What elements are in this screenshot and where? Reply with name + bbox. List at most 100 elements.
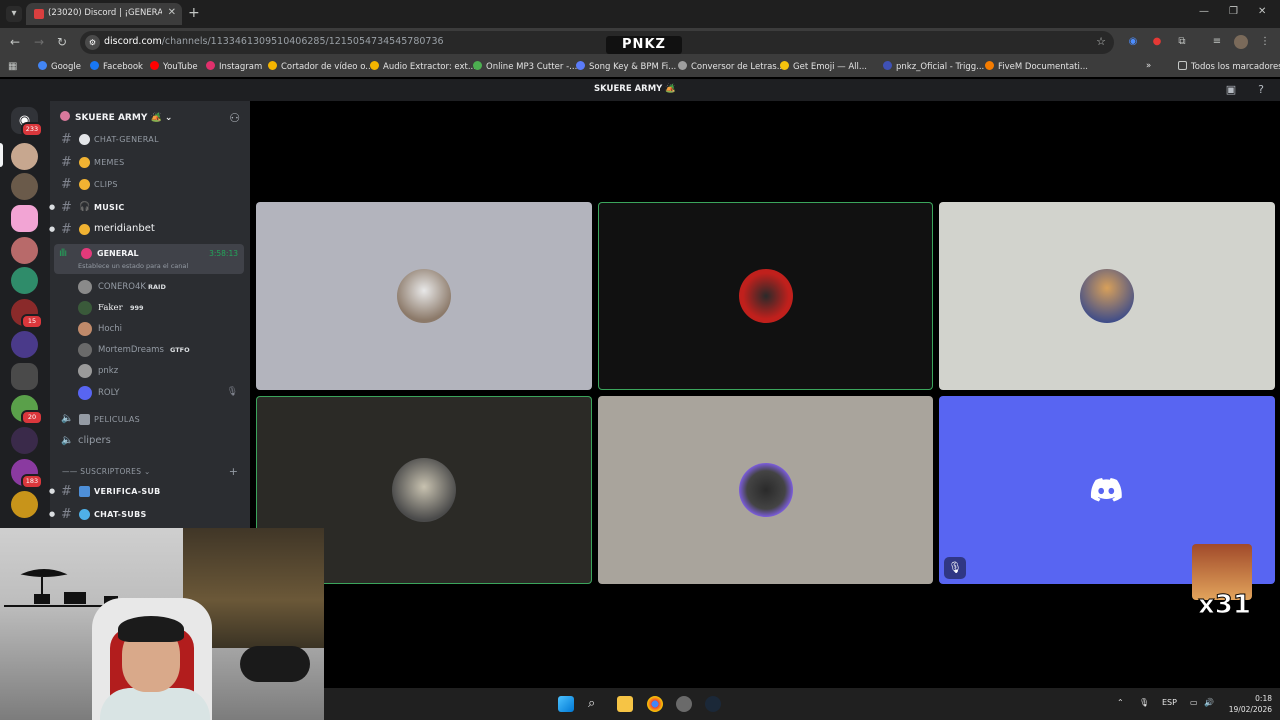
search-icon[interactable]: ⌕ xyxy=(588,696,604,712)
discord-logo-icon xyxy=(1090,478,1122,502)
server-icon-10[interactable]: 183 xyxy=(11,459,43,489)
avatar xyxy=(78,343,92,357)
invite-member-icon[interactable]: ⚇ xyxy=(229,111,240,125)
voice-member-faker[interactable]: Faker 999 xyxy=(78,299,244,317)
discord-home-icon[interactable]: ◉ 233 xyxy=(11,107,43,137)
chrome-icon[interactable] xyxy=(647,696,663,712)
voice-channel-clipers[interactable]: 🔈 clipers xyxy=(58,433,244,451)
voice-member-mortemdreams[interactable]: MortemDreams GTFO xyxy=(78,341,244,359)
apps-grid-icon[interactable]: ▦ xyxy=(8,61,17,72)
bookmark-audio-extractor[interactable]: Audio Extractor: ext... xyxy=(370,61,476,72)
channel-memes[interactable]: # MEMES xyxy=(58,154,244,172)
reload-icon[interactable]: ↻ xyxy=(57,35,67,49)
unread-indicator: ● xyxy=(49,225,56,233)
tab-search-icon[interactable]: ▾ xyxy=(6,6,22,22)
bookmark-cortador[interactable]: Cortador de vídeo o... xyxy=(268,61,373,72)
server-icon-6[interactable] xyxy=(11,331,38,358)
channel-music[interactable]: ● # 🎧 MUSIC xyxy=(49,199,244,217)
bookmark-mp3-cutter[interactable]: Online MP3 Cutter -... xyxy=(473,61,577,72)
app-icon[interactable] xyxy=(676,696,692,712)
bookmark-song-key[interactable]: Song Key & BPM Fi... xyxy=(576,61,676,72)
bookmark-youtube[interactable]: YouTube xyxy=(150,61,198,72)
close-window-icon[interactable]: ✕ xyxy=(1258,6,1266,17)
steam-icon[interactable] xyxy=(705,696,721,712)
chrome-menu-icon[interactable]: ⋮ xyxy=(1258,35,1272,49)
url-text[interactable]: discord.com/channels/1133461309510406285… xyxy=(104,36,444,47)
close-tab-icon[interactable]: ✕ xyxy=(168,7,176,18)
voice-member-roly[interactable]: ROLY 🎙 xyxy=(78,384,244,402)
participant-tile-2[interactable] xyxy=(598,202,933,390)
avatar xyxy=(78,280,92,294)
channel-status-input[interactable]: Establece un estado para el canal xyxy=(78,262,188,270)
channel-meridianbet[interactable]: ● # meridianbet xyxy=(49,221,244,239)
participant-tile-1[interactable] xyxy=(256,202,592,390)
avatar xyxy=(78,322,92,336)
server-icon-pink[interactable] xyxy=(11,205,38,232)
bookmarks-overflow-icon[interactable]: » xyxy=(1146,61,1151,71)
bookmark-google[interactable]: Google xyxy=(38,61,81,72)
all-bookmarks[interactable]: Todos los marcadores xyxy=(1178,61,1280,72)
extension-audio-icon[interactable]: ◉ xyxy=(1126,35,1140,49)
muted-mic-icon: 🎙 xyxy=(226,387,238,397)
file-explorer-icon[interactable] xyxy=(617,696,633,712)
extensions-puzzle-icon[interactable]: ⧉ xyxy=(1175,35,1189,49)
bookmark-get-emoji[interactable]: Get Emoji — All... xyxy=(780,61,867,72)
network-icon[interactable]: ▭ xyxy=(1190,698,1198,707)
voice-member-pnkz[interactable]: pnkz xyxy=(78,362,244,380)
add-channel-icon[interactable]: + xyxy=(229,465,238,478)
server-name-button[interactable]: SKUERE ARMY 🏕️ ⌄ xyxy=(60,111,172,123)
webcam-overlay xyxy=(0,528,324,720)
restore-icon[interactable]: ❐ xyxy=(1229,6,1238,17)
minimize-icon[interactable]: — xyxy=(1199,6,1209,17)
mic-tray-icon[interactable]: 🎙 xyxy=(1139,698,1149,707)
server-icon-7[interactable] xyxy=(11,363,38,390)
browser-tab-discord[interactable]: (23020) Discord | ¡GENERAL ✕ xyxy=(26,3,182,25)
voice-channel-peliculas[interactable]: 🔈 PELICULAS xyxy=(58,411,244,429)
forward-icon[interactable]: → xyxy=(34,35,44,49)
profile-avatar[interactable] xyxy=(1234,35,1248,49)
volume-icon[interactable]: 🔊 xyxy=(1204,698,1214,707)
new-tab-icon[interactable]: + xyxy=(188,5,200,21)
server-icon-5[interactable]: 15 xyxy=(11,299,43,329)
start-windows-icon[interactable] xyxy=(558,696,574,712)
address-bar[interactable]: ⚙ discord.com/channels/11334613095104062… xyxy=(80,31,1114,54)
server-icon-kustom[interactable] xyxy=(11,267,38,294)
bookmark-fivem[interactable]: FiveM Documentati... xyxy=(985,61,1088,72)
voice-member-conero4k[interactable]: CONERO4K RAID xyxy=(78,278,244,296)
channel-chat-subs[interactable]: ● # CHAT-SUBS xyxy=(49,506,244,524)
bookmark-facebook[interactable]: Facebook xyxy=(90,61,143,72)
text-channel-icon: # xyxy=(61,155,72,170)
server-icon-3[interactable] xyxy=(11,237,38,264)
voice-member-hochi[interactable]: Hochi xyxy=(78,320,244,338)
popout-icon[interactable]: ▣ xyxy=(1224,83,1238,97)
server-icon-8[interactable]: 20 xyxy=(11,395,43,425)
bookmark-star-icon[interactable]: ☆ xyxy=(1096,35,1106,48)
participant-avatar xyxy=(738,269,793,323)
tab-list-icon[interactable]: ≡ xyxy=(1210,35,1224,49)
dm-avatar-1[interactable] xyxy=(11,143,38,170)
channel-clips[interactable]: # CLIPS xyxy=(58,176,244,194)
bookmark-pnkz-oficial[interactable]: pnkz_Oficial - Trigg... xyxy=(883,61,984,72)
channel-chat-general[interactable]: # CHAT-GENERAL xyxy=(58,131,244,149)
participant-tile-5[interactable] xyxy=(598,396,933,584)
streamer-hair xyxy=(118,616,184,642)
bookmark-instagram[interactable]: Instagram xyxy=(206,61,262,72)
bookmark-conversor[interactable]: Conversor de Letras... xyxy=(678,61,785,72)
dm-avatar-2[interactable] xyxy=(11,173,38,200)
participant-avatar xyxy=(1080,269,1134,323)
discord-header-title: SKUERE ARMY 🏕️ xyxy=(594,84,676,94)
system-clock[interactable]: 0:18 19/02/2026 xyxy=(1229,693,1272,715)
channel-verifica-sub[interactable]: ● # VERIFICA-SUB xyxy=(49,483,244,501)
server-icon-9[interactable] xyxy=(11,427,38,454)
category-suscriptores[interactable]: —— SUSCRIPTORES ⌄ xyxy=(62,467,151,476)
language-indicator[interactable]: ESP xyxy=(1162,698,1177,707)
server-icon-11[interactable] xyxy=(11,491,38,518)
participant-tile-3[interactable] xyxy=(939,202,1275,390)
help-icon[interactable]: ? xyxy=(1254,83,1268,97)
site-info-icon[interactable]: ⚙ xyxy=(85,35,100,50)
back-icon[interactable]: ← xyxy=(10,35,20,49)
voice-channel-general[interactable]: ıllı GENERAL 3:58:13 Establece un estado… xyxy=(54,244,244,274)
tray-overflow-icon[interactable]: ⌃ xyxy=(1117,698,1124,707)
extension-red-icon[interactable]: ● xyxy=(1150,35,1164,49)
avatar xyxy=(78,301,92,315)
